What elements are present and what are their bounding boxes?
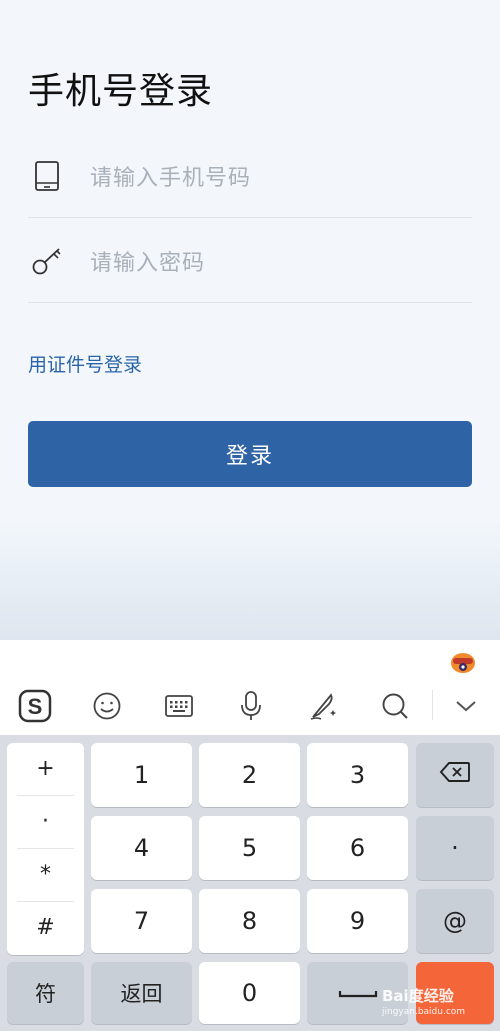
sogou-logo-icon[interactable]: S [13, 684, 57, 728]
symbol-column[interactable]: + · * # [7, 743, 84, 955]
search-icon[interactable] [373, 684, 417, 728]
microphone-icon[interactable] [229, 684, 273, 728]
page-title: 手机号登录 [28, 71, 214, 112]
key-plus[interactable]: + [15, 743, 76, 794]
space-bar-icon [338, 979, 378, 1007]
backspace-icon [439, 761, 471, 789]
symbols-key[interactable]: 符 [7, 962, 84, 1024]
key-1[interactable]: 1 [91, 743, 192, 807]
key-5[interactable]: 5 [199, 816, 300, 880]
key-hash[interactable]: # [15, 902, 76, 953]
phone-icon [30, 159, 64, 193]
keyboard-icon[interactable] [157, 684, 201, 728]
watermark-brand: Bai度经验 [382, 987, 454, 1005]
password-input[interactable]: 请输入密码 [90, 245, 205, 277]
chevron-down-icon[interactable] [444, 684, 488, 728]
toolbar-divider [432, 690, 433, 720]
key-2[interactable]: 2 [199, 743, 300, 807]
mascot-icon[interactable] [448, 646, 478, 676]
key-9[interactable]: 9 [307, 889, 408, 953]
phone-input[interactable]: 请输入手机号码 [90, 160, 251, 192]
key-4[interactable]: 4 [91, 816, 192, 880]
svg-text:S: S [28, 694, 43, 719]
phone-field[interactable]: 请输入手机号码 [28, 134, 472, 218]
watermark-url: jingyan.baidu.com [382, 1007, 466, 1017]
toolbar-icons: S [0, 684, 500, 728]
login-button[interactable]: 登录 [28, 421, 472, 487]
key-asterisk[interactable]: * [15, 849, 76, 900]
key-dot[interactable]: · [416, 816, 494, 880]
emoji-icon[interactable] [85, 684, 129, 728]
key-3[interactable]: 3 [307, 743, 408, 807]
handwriting-icon[interactable] [301, 684, 345, 728]
key-8[interactable]: 8 [199, 889, 300, 953]
key-icon [30, 244, 64, 278]
key-middle-dot[interactable]: · [15, 796, 76, 847]
back-key[interactable]: 返回 [91, 962, 192, 1024]
key-at[interactable]: @ [416, 889, 494, 953]
key-0[interactable]: 0 [199, 962, 300, 1024]
keyboard-toolbar: S [0, 640, 500, 735]
key-7[interactable]: 7 [91, 889, 192, 953]
password-field[interactable]: 请输入密码 [28, 219, 472, 303]
id-login-link[interactable]: 用证件号登录 [28, 350, 142, 377]
backspace-key[interactable] [416, 743, 494, 807]
key-6[interactable]: 6 [307, 816, 408, 880]
keyboard: S + · * # 1 2 3 4 5 6 · 7 8 9 @ 符 返回 0 [0, 640, 500, 1031]
login-screen: 手机号登录 请输入手机号码 请输入密码 用证件号登录 登录 [0, 0, 500, 640]
